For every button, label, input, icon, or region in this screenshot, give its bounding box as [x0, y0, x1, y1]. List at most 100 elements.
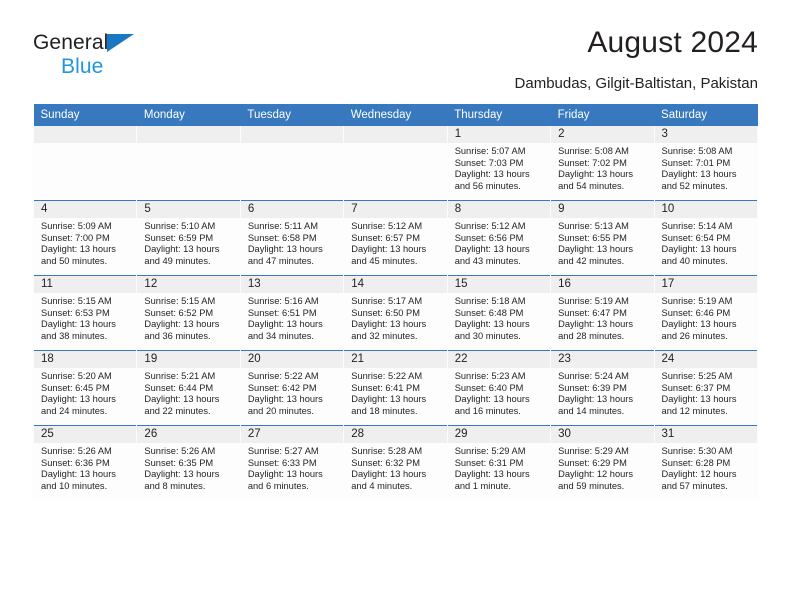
general-blue-logo[interactable]: General Blue [33, 32, 253, 77]
sunrise-text: Sunrise: 5:07 AM [454, 146, 526, 156]
calendar-day-cell-empty [136, 126, 241, 201]
day-number: 9 [551, 201, 654, 218]
sunset-text: Sunset: 6:47 PM [558, 307, 627, 318]
sunrise-text: Sunrise: 5:21 AM [144, 371, 216, 381]
daylight-text: Daylight: 13 hours and 12 minutes. [661, 394, 737, 416]
day-details: Sunrise: 5:19 AM Sunset: 6:47 PM Daylight:… [551, 293, 653, 342]
calendar-day-cell[interactable]: 24 Sunrise: 5:25 AM Sunset: 6:37 PM Dayligh… [653, 350, 759, 426]
sunrise-text: Sunrise: 5:15 AM [144, 296, 216, 306]
day-details: Sunrise: 5:26 AM Sunset: 6:35 PM Daylight:… [137, 443, 239, 492]
sunrise-text: Sunrise: 5:19 AM [558, 296, 629, 306]
sunset-text: Sunset: 6:50 PM [351, 307, 420, 318]
calendar-week-row: 25 Sunrise: 5:26 AM Sunset: 6:36 PM Dayligh… [32, 425, 759, 500]
calendar-day-cell[interactable]: 11 Sunrise: 5:15 AM Sunset: 6:53 PM Dayligh… [32, 275, 138, 351]
sunrise-text: Sunrise: 5:24 AM [558, 371, 629, 381]
calendar-day-cell[interactable]: 8 Sunrise: 5:12 AM Sunset: 6:56 PM Daylight… [446, 200, 552, 276]
sunrise-text: Sunrise: 5:08 AM [558, 146, 629, 156]
sunrise-text: Sunrise: 5:18 AM [454, 296, 526, 306]
sunrise-text: Sunrise: 5:11 AM [247, 221, 318, 231]
calendar-day-cell[interactable]: 3 Sunrise: 5:08 AM Sunset: 7:01 PM Daylight… [653, 126, 759, 201]
calendar-day-cell[interactable]: 6 Sunrise: 5:11 AM Sunset: 6:58 PM Daylight… [239, 200, 345, 276]
calendar-body: 1 Sunrise: 5:07 AM Sunset: 7:03 PM Daylight… [32, 126, 759, 500]
calendar-day-cell[interactable]: 21 Sunrise: 5:22 AM Sunset: 6:41 PM Dayligh… [343, 350, 448, 426]
day-details: Sunrise: 5:21 AM Sunset: 6:44 PM Daylight:… [137, 368, 239, 417]
calendar-day-cell[interactable]: 9 Sunrise: 5:13 AM Sunset: 6:55 PM Daylight… [550, 200, 655, 276]
day-number: 16 [551, 276, 654, 293]
sunset-text: Sunset: 7:01 PM [661, 157, 731, 168]
sunset-text: Sunset: 6:51 PM [247, 307, 317, 318]
day-details: Sunrise: 5:18 AM Sunset: 6:48 PM Daylight:… [448, 293, 550, 342]
calendar-day-cell[interactable]: 13 Sunrise: 5:16 AM Sunset: 6:51 PM Dayligh… [239, 275, 345, 351]
calendar-day-cell[interactable]: 19 Sunrise: 5:21 AM Sunset: 6:44 PM Dayligh… [136, 350, 241, 426]
day-number: 6 [240, 201, 344, 218]
sunrise-text: Sunrise: 5:27 AM [247, 446, 319, 456]
day-number: 27 [240, 426, 344, 443]
daylight-text: Daylight: 13 hours and 54 minutes. [558, 169, 634, 191]
calendar-day-cell[interactable]: 14 Sunrise: 5:17 AM Sunset: 6:50 PM Dayligh… [343, 275, 448, 351]
day-details: Sunrise: 5:26 AM Sunset: 6:36 PM Daylight:… [34, 443, 136, 492]
logo-text-general: General [33, 31, 109, 54]
sunset-text: Sunset: 7:00 PM [41, 232, 110, 243]
day-details: Sunrise: 5:27 AM Sunset: 6:33 PM Daylight:… [241, 443, 343, 492]
calendar-day-cell[interactable]: 10 Sunrise: 5:14 AM Sunset: 6:54 PM Dayligh… [653, 200, 759, 276]
sunrise-text: Sunrise: 5:17 AM [351, 296, 423, 306]
day-details: Sunrise: 5:12 AM Sunset: 6:57 PM Daylight:… [344, 218, 446, 267]
sunrise-text: Sunrise: 5:26 AM [144, 446, 216, 456]
sunset-text: Sunset: 6:53 PM [41, 307, 110, 318]
day-number: 1 [447, 126, 551, 143]
calendar-day-cell[interactable]: 31 Sunrise: 5:30 AM Sunset: 6:28 PM Dayligh… [653, 425, 759, 500]
day-details: Sunrise: 5:12 AM Sunset: 6:56 PM Daylight:… [448, 218, 550, 267]
daylight-text: Daylight: 13 hours and 24 minutes. [41, 394, 116, 416]
calendar-day-cell[interactable]: 17 Sunrise: 5:19 AM Sunset: 6:46 PM Dayligh… [653, 275, 759, 351]
sunrise-text: Sunrise: 5:13 AM [558, 221, 629, 231]
calendar-day-cell[interactable]: 16 Sunrise: 5:19 AM Sunset: 6:47 PM Dayligh… [550, 275, 655, 351]
calendar-day-cell[interactable]: 22 Sunrise: 5:23 AM Sunset: 6:40 PM Dayligh… [446, 350, 552, 426]
daylight-text: Daylight: 13 hours and 42 minutes. [558, 244, 634, 266]
day-details: Sunrise: 5:08 AM Sunset: 7:01 PM Daylight:… [655, 143, 757, 192]
day-number: 14 [344, 276, 447, 293]
weekday-header-friday: Friday [550, 104, 655, 126]
sunset-text: Sunset: 6:32 PM [351, 457, 420, 468]
day-number: 28 [344, 426, 447, 443]
calendar-day-cell[interactable]: 5 Sunrise: 5:10 AM Sunset: 6:59 PM Daylight… [136, 200, 241, 276]
day-details: Sunrise: 5:19 AM Sunset: 6:46 PM Daylight:… [655, 293, 757, 342]
sunset-text: Sunset: 6:36 PM [41, 457, 110, 468]
weekday-header-thursday: Thursday [447, 104, 551, 126]
calendar-day-cell[interactable]: 25 Sunrise: 5:26 AM Sunset: 6:36 PM Dayligh… [32, 425, 138, 500]
calendar-day-cell[interactable]: 29 Sunrise: 5:29 AM Sunset: 6:31 PM Dayligh… [446, 425, 552, 500]
day-details: Sunrise: 5:10 AM Sunset: 6:59 PM Daylight:… [137, 218, 239, 267]
day-number: 21 [344, 351, 447, 368]
calendar-day-cell[interactable]: 26 Sunrise: 5:26 AM Sunset: 6:35 PM Dayligh… [136, 425, 241, 500]
daylight-text: Daylight: 12 hours and 57 minutes. [661, 469, 737, 491]
day-number [240, 126, 344, 143]
calendar-day-cell[interactable]: 27 Sunrise: 5:27 AM Sunset: 6:33 PM Dayligh… [239, 425, 345, 500]
calendar-day-cell[interactable]: 7 Sunrise: 5:12 AM Sunset: 6:57 PM Daylight… [343, 200, 448, 276]
calendar-day-cell[interactable]: 1 Sunrise: 5:07 AM Sunset: 7:03 PM Daylight… [446, 126, 552, 201]
sunrise-text: Sunrise: 5:19 AM [661, 296, 733, 306]
sunset-text: Sunset: 6:48 PM [454, 307, 524, 318]
calendar-day-cell[interactable]: 30 Sunrise: 5:29 AM Sunset: 6:29 PM Dayligh… [550, 425, 655, 500]
day-number: 11 [34, 276, 137, 293]
calendar-day-cell[interactable]: 12 Sunrise: 5:15 AM Sunset: 6:52 PM Dayligh… [136, 275, 241, 351]
sunset-text: Sunset: 6:42 PM [247, 382, 317, 393]
calendar-day-cell[interactable]: 20 Sunrise: 5:22 AM Sunset: 6:42 PM Dayligh… [239, 350, 345, 426]
calendar-week-row: 4 Sunrise: 5:09 AM Sunset: 7:00 PM Daylight… [32, 200, 759, 276]
day-number: 22 [447, 351, 551, 368]
day-number: 29 [447, 426, 551, 443]
calendar-day-cell[interactable]: 15 Sunrise: 5:18 AM Sunset: 6:48 PM Dayligh… [446, 275, 552, 351]
weekday-header-tuesday: Tuesday [240, 104, 344, 126]
day-number: 30 [551, 426, 654, 443]
sunset-text: Sunset: 6:46 PM [661, 307, 731, 318]
calendar-day-cell[interactable]: 23 Sunrise: 5:24 AM Sunset: 6:39 PM Dayligh… [550, 350, 655, 426]
sunrise-text: Sunrise: 5:08 AM [661, 146, 733, 156]
calendar-day-cell[interactable]: 2 Sunrise: 5:08 AM Sunset: 7:02 PM Daylight… [550, 126, 655, 201]
calendar-day-cell[interactable]: 18 Sunrise: 5:20 AM Sunset: 6:45 PM Dayligh… [32, 350, 138, 426]
day-number: 25 [34, 426, 137, 443]
calendar-day-cell[interactable]: 4 Sunrise: 5:09 AM Sunset: 7:00 PM Daylight… [32, 200, 138, 276]
day-number: 26 [137, 426, 240, 443]
day-details: Sunrise: 5:09 AM Sunset: 7:00 PM Daylight:… [34, 218, 136, 267]
calendar-day-cell[interactable]: 28 Sunrise: 5:28 AM Sunset: 6:32 PM Dayligh… [343, 425, 448, 500]
sunrise-text: Sunrise: 5:29 AM [454, 446, 526, 456]
page-subtitle-location: Dambudas, Gilgit-Baltistan, Pakistan [514, 75, 758, 92]
sunrise-text: Sunrise: 5:28 AM [351, 446, 423, 456]
